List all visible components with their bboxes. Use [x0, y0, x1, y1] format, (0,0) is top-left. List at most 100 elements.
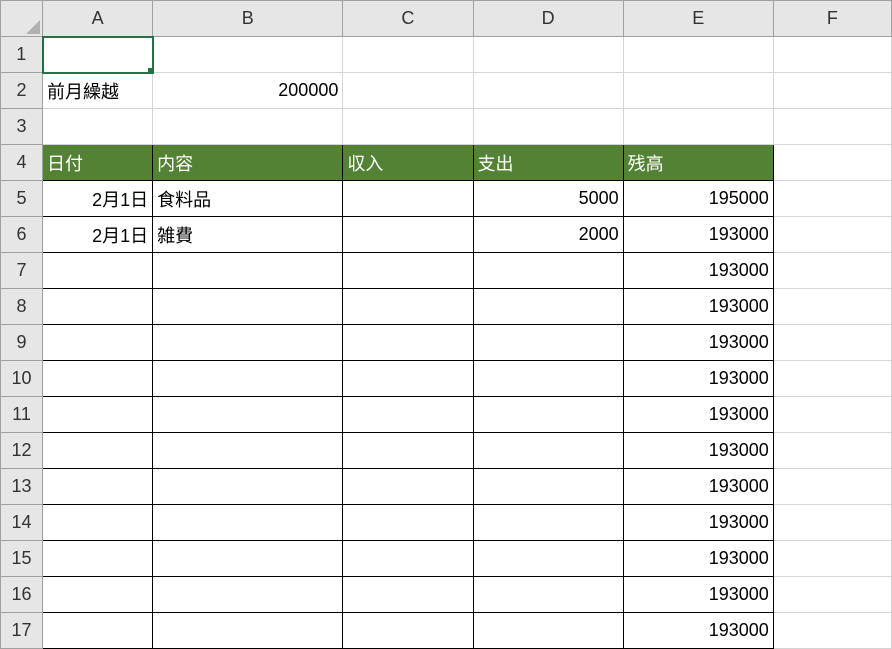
row-header-17[interactable]: 17	[1, 613, 43, 649]
cell-F9[interactable]	[773, 325, 891, 361]
row-header-8[interactable]: 8	[1, 289, 43, 325]
cell-B3[interactable]	[153, 109, 343, 145]
row-header-6[interactable]: 6	[1, 217, 43, 253]
cell-A6[interactable]: 2月1日	[43, 217, 153, 253]
column-header-C[interactable]: C	[343, 1, 473, 37]
cell-A9[interactable]	[43, 325, 153, 361]
cell-D5[interactable]: 5000	[473, 181, 623, 217]
column-header-F[interactable]: F	[773, 1, 891, 37]
cell-E3[interactable]	[623, 109, 773, 145]
cell-E14[interactable]: 193000	[623, 505, 773, 541]
cell-B4[interactable]: 内容	[153, 145, 343, 181]
cell-C16[interactable]	[343, 577, 473, 613]
cell-D17[interactable]	[473, 613, 623, 649]
cell-D7[interactable]	[473, 253, 623, 289]
cell-F13[interactable]	[773, 469, 891, 505]
row-header-10[interactable]: 10	[1, 361, 43, 397]
cell-B15[interactable]	[153, 541, 343, 577]
cell-F15[interactable]	[773, 541, 891, 577]
cell-C6[interactable]	[343, 217, 473, 253]
cell-C13[interactable]	[343, 469, 473, 505]
cell-A13[interactable]	[43, 469, 153, 505]
cell-B14[interactable]	[153, 505, 343, 541]
cell-B10[interactable]	[153, 361, 343, 397]
cell-A1[interactable]	[43, 37, 153, 73]
cell-D16[interactable]	[473, 577, 623, 613]
cell-F3[interactable]	[773, 109, 891, 145]
cell-B11[interactable]	[153, 397, 343, 433]
cell-F14[interactable]	[773, 505, 891, 541]
row-header-13[interactable]: 13	[1, 469, 43, 505]
row-header-9[interactable]: 9	[1, 325, 43, 361]
cell-B7[interactable]	[153, 253, 343, 289]
cell-B2[interactable]: 200000	[153, 73, 343, 109]
cell-A11[interactable]	[43, 397, 153, 433]
cell-F16[interactable]	[773, 577, 891, 613]
cell-F17[interactable]	[773, 613, 891, 649]
cell-C3[interactable]	[343, 109, 473, 145]
cell-C9[interactable]	[343, 325, 473, 361]
cell-A10[interactable]	[43, 361, 153, 397]
cell-D11[interactable]	[473, 397, 623, 433]
row-header-15[interactable]: 15	[1, 541, 43, 577]
cell-E7[interactable]: 193000	[623, 253, 773, 289]
cell-B1[interactable]	[153, 37, 343, 73]
cell-D15[interactable]	[473, 541, 623, 577]
cell-A12[interactable]	[43, 433, 153, 469]
cell-D12[interactable]	[473, 433, 623, 469]
cell-C8[interactable]	[343, 289, 473, 325]
cell-A4[interactable]: 日付	[43, 145, 153, 181]
cell-F2[interactable]	[773, 73, 891, 109]
cell-C10[interactable]	[343, 361, 473, 397]
cell-F12[interactable]	[773, 433, 891, 469]
cell-B5[interactable]: 食料品	[153, 181, 343, 217]
row-header-7[interactable]: 7	[1, 253, 43, 289]
cell-C1[interactable]	[343, 37, 473, 73]
column-header-D[interactable]: D	[473, 1, 623, 37]
cell-D1[interactable]	[473, 37, 623, 73]
cell-E17[interactable]: 193000	[623, 613, 773, 649]
row-header-3[interactable]: 3	[1, 109, 43, 145]
cell-B12[interactable]	[153, 433, 343, 469]
cell-E6[interactable]: 193000	[623, 217, 773, 253]
cell-B17[interactable]	[153, 613, 343, 649]
cell-C12[interactable]	[343, 433, 473, 469]
cell-C17[interactable]	[343, 613, 473, 649]
cell-F5[interactable]	[773, 181, 891, 217]
cell-B16[interactable]	[153, 577, 343, 613]
cell-F10[interactable]	[773, 361, 891, 397]
cell-D4[interactable]: 支出	[473, 145, 623, 181]
cell-F11[interactable]	[773, 397, 891, 433]
cell-F4[interactable]	[773, 145, 891, 181]
cell-D8[interactable]	[473, 289, 623, 325]
cell-E11[interactable]: 193000	[623, 397, 773, 433]
cell-C7[interactable]	[343, 253, 473, 289]
cell-E4[interactable]: 残高	[623, 145, 773, 181]
cell-E2[interactable]	[623, 73, 773, 109]
cell-B9[interactable]	[153, 325, 343, 361]
cell-E16[interactable]: 193000	[623, 577, 773, 613]
cell-A2[interactable]: 前月繰越	[43, 73, 153, 109]
cell-D9[interactable]	[473, 325, 623, 361]
cell-A8[interactable]	[43, 289, 153, 325]
cell-A16[interactable]	[43, 577, 153, 613]
cell-F6[interactable]	[773, 217, 891, 253]
cell-E5[interactable]: 195000	[623, 181, 773, 217]
cell-D14[interactable]	[473, 505, 623, 541]
row-header-5[interactable]: 5	[1, 181, 43, 217]
cell-C2[interactable]	[343, 73, 473, 109]
cell-C14[interactable]	[343, 505, 473, 541]
cell-E8[interactable]: 193000	[623, 289, 773, 325]
cell-B13[interactable]	[153, 469, 343, 505]
cell-E1[interactable]	[623, 37, 773, 73]
row-header-1[interactable]: 1	[1, 37, 43, 73]
cell-A7[interactable]	[43, 253, 153, 289]
cell-A14[interactable]	[43, 505, 153, 541]
cell-D3[interactable]	[473, 109, 623, 145]
row-header-11[interactable]: 11	[1, 397, 43, 433]
cell-E15[interactable]: 193000	[623, 541, 773, 577]
cell-E12[interactable]: 193000	[623, 433, 773, 469]
row-header-16[interactable]: 16	[1, 577, 43, 613]
column-header-B[interactable]: B	[153, 1, 343, 37]
cell-F1[interactable]	[773, 37, 891, 73]
